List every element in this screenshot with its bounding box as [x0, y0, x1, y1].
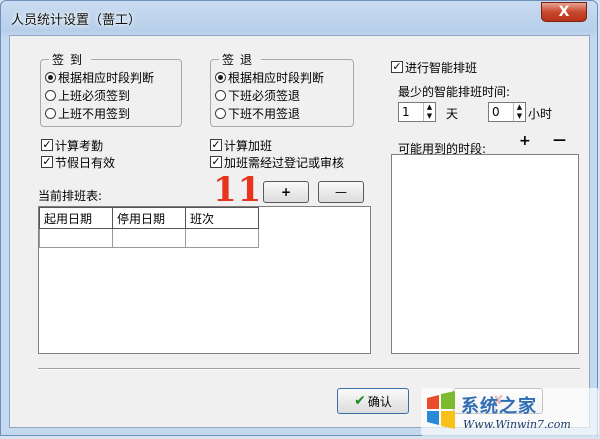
column-header-shift[interactable]: 班次 [185, 207, 259, 229]
column-header-start-date[interactable]: 起用日期 [39, 207, 113, 229]
settings-dialog: 人员统计设置（蔷工） X 签到 根据相应时段判断 上班必须签到 上班不用签到 签… [0, 0, 599, 436]
schedule-table[interactable]: 起用日期 停用日期 班次 [38, 206, 371, 354]
hours-stepper[interactable]: 0 ▲ ▼ [488, 102, 526, 122]
spin-arrows-icon[interactable]: ▲ ▼ [423, 103, 435, 121]
days-unit-label: 天 [446, 107, 459, 121]
holiday-valid-checkbox[interactable]: ✓ 节假日有效 [41, 154, 115, 170]
table-cell [185, 228, 259, 248]
title-bar[interactable]: 人员统计设置（蔷工） X [1, 1, 597, 35]
radio-icon [215, 89, 226, 101]
checkin-option-by-period[interactable]: 根据相应时段判断 [45, 69, 154, 85]
checkout-option-label: 下班必须签退 [228, 88, 301, 103]
radio-icon [45, 89, 56, 101]
table-cell [39, 228, 113, 248]
checkout-group: 签退 根据相应时段判断 下班必须签退 下班不用签退 [210, 51, 354, 127]
add-schedule-button[interactable]: + [263, 181, 309, 203]
confirm-label: 确认 [367, 394, 392, 409]
checkin-option-required[interactable]: 上班必须签到 [45, 87, 130, 103]
checkmark-icon: ✓ [391, 60, 403, 73]
overtime-review-label: 加班需经过登记或审核 [224, 155, 345, 170]
remove-period-icon[interactable]: — [553, 133, 566, 148]
plus-icon: + [280, 185, 292, 199]
confirm-button[interactable]: ✔ 确认 [337, 388, 409, 414]
close-button[interactable]: X [541, 2, 587, 22]
calc-overtime-label: 计算加班 [224, 138, 273, 153]
radio-icon [215, 107, 226, 119]
checkin-option-label: 根据相应时段判断 [58, 70, 155, 85]
annotation-number: 11 [213, 170, 263, 210]
table-cell [112, 228, 186, 248]
check-icon: ✔ [354, 393, 366, 409]
checkout-option-label: 根据相应时段判断 [228, 70, 325, 85]
radio-selected-icon [215, 71, 226, 83]
add-period-icon[interactable]: + [519, 133, 531, 149]
checkmark-icon: ✓ [41, 155, 53, 168]
current-schedule-label: 当前排班表: [38, 189, 103, 203]
min-time-label: 最少的智能排班时间: [398, 85, 511, 99]
days-value: 1 [402, 105, 410, 119]
checkmark-icon: ✓ [41, 138, 53, 151]
holiday-valid-label: 节假日有效 [55, 155, 116, 170]
smart-schedule-checkbox[interactable]: ✓ 进行智能排班 [391, 59, 477, 75]
minus-icon: — [335, 185, 347, 199]
calc-overtime-checkbox[interactable]: ✓ 计算加班 [210, 137, 272, 153]
hours-value: 0 [492, 105, 500, 119]
table-header-row: 起用日期 停用日期 班次 [39, 207, 259, 229]
window-title: 人员统计设置（蔷工） [11, 13, 142, 28]
schedule-grid: 起用日期 停用日期 班次 [39, 207, 259, 248]
checkout-option-by-period[interactable]: 根据相应时段判断 [215, 69, 324, 85]
checkout-option-label: 下班不用签退 [228, 106, 301, 121]
checkin-option-label: 上班必须签到 [58, 88, 131, 103]
watermark-logo: 系统之家 Www.Winwin7.com [421, 388, 599, 436]
column-header-end-date[interactable]: 停用日期 [112, 207, 186, 229]
hours-unit-label: 小时 [528, 107, 553, 121]
dialog-body: 签到 根据相应时段判断 上班必须签到 上班不用签到 签退 根据相应时段判断 下班… [9, 35, 590, 428]
days-stepper[interactable]: 1 ▲ ▼ [398, 102, 436, 122]
footer-divider [38, 368, 580, 370]
checkin-option-label: 上班不用签到 [58, 106, 131, 121]
checkout-option-required[interactable]: 下班必须签退 [215, 87, 300, 103]
checkin-group-title: 签到 [49, 51, 92, 68]
watermark-brand: 系统之家 [461, 396, 537, 417]
close-icon: X [558, 4, 570, 20]
checkin-option-not-required[interactable]: 上班不用签到 [45, 105, 130, 121]
checkout-group-title: 签退 [219, 51, 262, 68]
watermark-url: Www.Winwin7.com [463, 418, 571, 431]
calc-attendance-label: 计算考勤 [55, 138, 104, 153]
calc-attendance-checkbox[interactable]: ✓ 计算考勤 [41, 137, 103, 153]
radio-selected-icon [45, 71, 56, 83]
remove-schedule-button[interactable]: — [318, 181, 364, 203]
checkin-group: 签到 根据相应时段判断 上班必须签到 上班不用签到 [40, 51, 182, 127]
overtime-review-checkbox[interactable]: ✓ 加班需经过登记或审核 [210, 154, 344, 170]
checkmark-icon: ✓ [210, 155, 222, 168]
spin-arrows-icon[interactable]: ▲ ▼ [513, 103, 525, 121]
checkmark-icon: ✓ [210, 138, 222, 151]
periods-list[interactable] [391, 154, 579, 354]
smart-schedule-label: 进行智能排班 [405, 60, 478, 75]
checkout-option-not-required[interactable]: 下班不用签退 [215, 105, 300, 121]
table-row[interactable] [39, 228, 259, 248]
radio-icon [45, 107, 56, 119]
